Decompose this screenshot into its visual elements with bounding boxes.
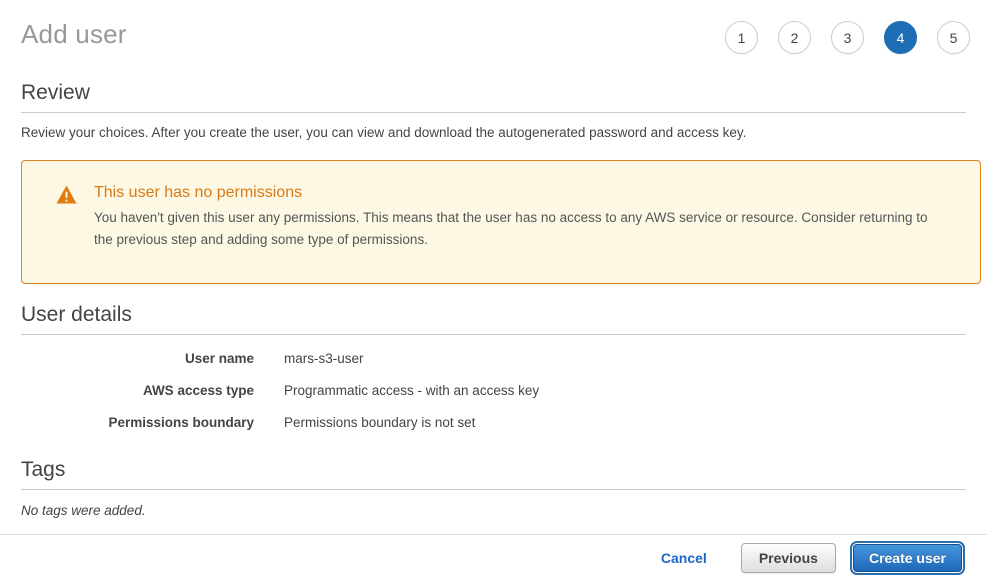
table-row: AWS access type Programmatic access - wi… — [21, 383, 966, 398]
wizard-header: Add user 1 2 3 4 5 — [0, 0, 987, 54]
user-details-heading: User details — [21, 303, 966, 335]
tags-empty-message: No tags were added. — [21, 503, 966, 518]
step-1-indicator: 1 — [725, 21, 758, 54]
previous-button[interactable]: Previous — [741, 543, 836, 573]
create-user-button[interactable]: Create user — [853, 544, 962, 572]
step-indicator: 1 2 3 4 5 — [725, 21, 970, 54]
user-name-label: User name — [21, 351, 254, 366]
permissions-boundary-value: Permissions boundary is not set — [284, 415, 475, 430]
add-user-wizard-page: Add user 1 2 3 4 5 Review Review your ch… — [0, 0, 987, 581]
step-2-indicator: 2 — [778, 21, 811, 54]
review-section: Review Review your choices. After you cr… — [21, 81, 966, 142]
user-details-rows: User name mars-s3-user AWS access type P… — [21, 351, 966, 430]
review-heading: Review — [21, 81, 966, 113]
create-user-button-focus-ring: Create user — [850, 541, 965, 575]
tags-heading: Tags — [21, 458, 966, 490]
step-5-indicator: 5 — [937, 21, 970, 54]
tags-section: Tags No tags were added. — [21, 458, 966, 518]
warning-title: This user has no permissions — [94, 183, 946, 203]
page-title: Add user — [21, 17, 127, 51]
review-description: Review your choices. After you create th… — [21, 124, 966, 142]
aws-access-type-value: Programmatic access - with an access key — [284, 383, 539, 398]
table-row: Permissions boundary Permissions boundar… — [21, 415, 966, 430]
cancel-button[interactable]: Cancel — [661, 550, 707, 566]
step-3-indicator: 3 — [831, 21, 864, 54]
warning-body: This user has no permissions You haven't… — [94, 183, 946, 251]
user-details-section: User details User name mars-s3-user AWS … — [21, 303, 966, 430]
wizard-footer: Cancel Previous Create user — [0, 534, 987, 581]
table-row: User name mars-s3-user — [21, 351, 966, 366]
wizard-content: Review Review your choices. After you cr… — [0, 81, 987, 518]
permissions-boundary-label: Permissions boundary — [21, 415, 254, 430]
user-name-value: mars-s3-user — [284, 351, 364, 366]
warning-text: You haven't given this user any permissi… — [94, 207, 946, 251]
aws-access-type-label: AWS access type — [21, 383, 254, 398]
warning-triangle-icon — [56, 185, 77, 209]
step-4-indicator-active: 4 — [884, 21, 917, 54]
no-permissions-warning-box: This user has no permissions You haven't… — [21, 160, 981, 284]
